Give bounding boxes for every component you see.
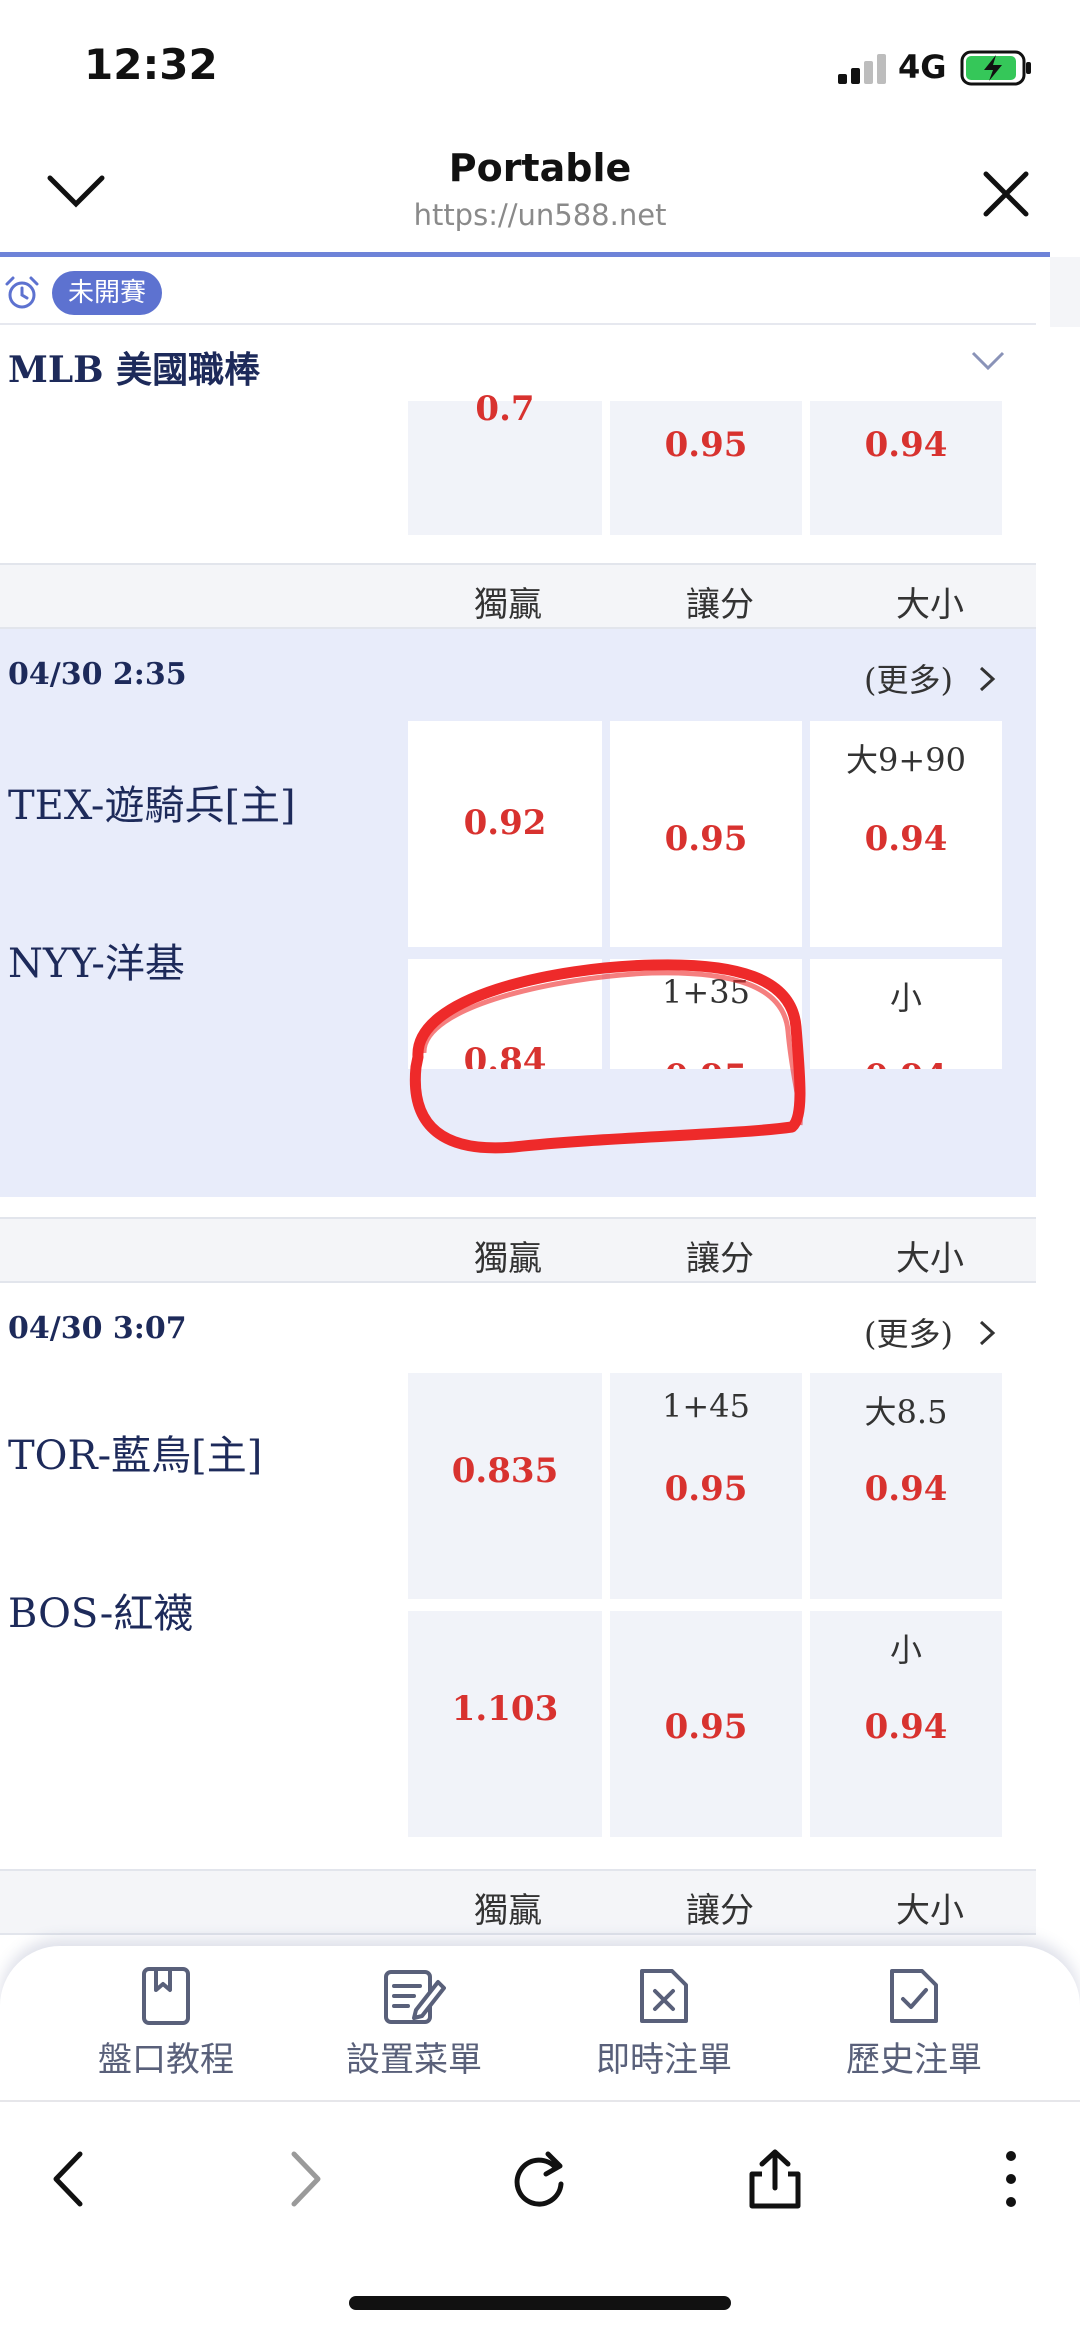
back-icon[interactable] — [36, 2144, 106, 2214]
total-cell[interactable]: 大8.5 0.94 — [810, 1373, 1002, 1599]
match-card: 04/30 2:35 (更多) TEX-遊騎兵[主] NYY-洋基 0.92 0… — [0, 629, 1036, 1185]
team-home: TEX-遊騎兵[主] — [8, 783, 296, 829]
moneyline-cell[interactable]: 0.835 — [408, 1373, 602, 1599]
browser-header: Portable https://un588.net — [0, 140, 1080, 252]
bottom-tab-bar: 盤口教程 設置菜單 即時注單 歷史注單 — [0, 1946, 1080, 2102]
column-moneyline: 獨贏 — [474, 585, 542, 625]
odds-value: 0.7 — [475, 389, 535, 429]
match-card: 04/30 3:07 (更多) TOR-藍鳥[主] BOS-紅襪 0.835 1… — [0, 1283, 1036, 1873]
odds-value: 0.92 — [463, 803, 547, 843]
close-icon[interactable] — [980, 168, 1032, 220]
page-url: https://un588.net — [413, 198, 667, 232]
more-link[interactable]: (更多) — [864, 1309, 953, 1355]
chevron-down-icon[interactable] — [970, 349, 1006, 373]
status-bar: 12:32 4G — [0, 0, 1080, 140]
tab-history-bets[interactable]: 歷史注單 — [794, 1966, 1034, 2081]
odds-value: 0.94 — [864, 1469, 948, 1509]
total-line: 大9+90 — [846, 741, 966, 779]
share-icon[interactable] — [740, 2144, 810, 2214]
content-edge — [1050, 257, 1080, 327]
total-cell[interactable]: 小 0.94 — [810, 1611, 1002, 1837]
document-x-icon — [640, 1969, 688, 2023]
column-spread: 讓分 — [686, 1239, 754, 1279]
odds-cell[interactable]: 0.7 — [408, 389, 602, 535]
tab-label: 設置菜單 — [346, 2040, 482, 2080]
chevron-right-icon[interactable] — [978, 1319, 996, 1347]
more-options-icon[interactable] — [976, 2144, 1046, 2214]
battery-icon — [960, 50, 1031, 86]
odds-cell[interactable]: 0.94 — [810, 401, 1002, 535]
tab-label: 盤口教程 — [98, 2040, 234, 2080]
team-away: NYY-洋基 — [8, 941, 185, 987]
more-link[interactable]: (更多) — [864, 655, 953, 701]
column-total: 大小 — [896, 585, 964, 625]
spread-cell[interactable]: 0.95 — [610, 1611, 802, 1837]
odds-cell[interactable]: 0.95 — [610, 401, 802, 535]
reload-icon[interactable] — [504, 2144, 574, 2214]
match-card-extension — [0, 1069, 1036, 1197]
match-time: 04/30 3:07 — [8, 1311, 187, 1346]
column-header-row: 獨贏 讓分 大小 — [0, 563, 1036, 629]
signal-icon — [838, 52, 886, 84]
book-icon — [142, 1967, 190, 2025]
document-check-icon — [890, 1969, 938, 2023]
odds-value: 0.94 — [864, 1707, 948, 1747]
spread-line: 1+35 — [662, 973, 750, 1011]
column-spread: 讓分 — [686, 1891, 754, 1931]
tab-label: 即時注單 — [596, 2040, 732, 2080]
page-title: Portable — [448, 146, 632, 190]
status-tag-bar: 未開賽 — [0, 257, 1036, 325]
spread-cell[interactable]: 0.95 — [610, 721, 802, 947]
column-moneyline: 獨贏 — [474, 1891, 542, 1931]
team-away: BOS-紅襪 — [8, 1591, 194, 1637]
odds-value: 0.95 — [664, 425, 748, 465]
odds-value: 0.94 — [864, 819, 948, 859]
league-name: MLB 美國職棒 — [8, 349, 261, 391]
alarm-clock-icon — [5, 276, 39, 309]
odds-content[interactable]: 未開賽 MLB 美國職棒 0.7 0.95 0.94 獨贏 讓分 大小 04/3… — [0, 257, 1036, 1947]
column-total: 大小 — [896, 1239, 964, 1279]
total-line: 大8.5 — [864, 1393, 948, 1431]
moneyline-cell[interactable]: 1.103 — [408, 1611, 602, 1837]
total-line: 小 — [889, 979, 922, 1017]
tab-label: 歷史注單 — [846, 2040, 982, 2080]
status-time: 12:32 — [84, 40, 218, 89]
column-header-row: 獨贏 讓分 大小 — [0, 1217, 1036, 1283]
tab-live-bets[interactable]: 即時注單 — [544, 1966, 784, 2081]
column-spread: 讓分 — [686, 585, 754, 625]
odds-value: 0.94 — [864, 425, 948, 465]
column-header-row: 獨贏 讓分 大小 — [0, 1869, 1036, 1935]
odds-value: 0.835 — [451, 1451, 559, 1491]
total-cell[interactable]: 大9+90 0.94 — [810, 721, 1002, 947]
edit-document-icon — [384, 1970, 446, 2024]
odds-value: 0.95 — [664, 1469, 748, 1509]
odds-value: 0.95 — [664, 1707, 748, 1747]
odds-value: 1.103 — [451, 1689, 559, 1729]
spread-line: 1+45 — [662, 1387, 750, 1425]
column-moneyline: 獨贏 — [474, 1239, 542, 1279]
status-badge[interactable]: 未開賽 — [52, 271, 163, 315]
match-time: 04/30 2:35 — [8, 657, 187, 692]
home-indicator — [349, 2296, 731, 2310]
network-label: 4G — [898, 48, 947, 86]
total-line: 小 — [889, 1631, 922, 1669]
column-total: 大小 — [896, 1891, 964, 1931]
chevron-right-icon[interactable] — [978, 665, 996, 693]
moneyline-cell[interactable]: 0.92 — [408, 721, 602, 947]
spread-cell[interactable]: 1+45 0.95 — [610, 1373, 802, 1599]
forward-icon[interactable] — [268, 2144, 338, 2214]
odds-value: 0.95 — [664, 819, 748, 859]
team-home: TOR-藍鳥[主] — [8, 1433, 263, 1479]
tab-settings[interactable]: 設置菜單 — [294, 1966, 534, 2081]
tab-tutorial[interactable]: 盤口教程 — [46, 1966, 286, 2081]
